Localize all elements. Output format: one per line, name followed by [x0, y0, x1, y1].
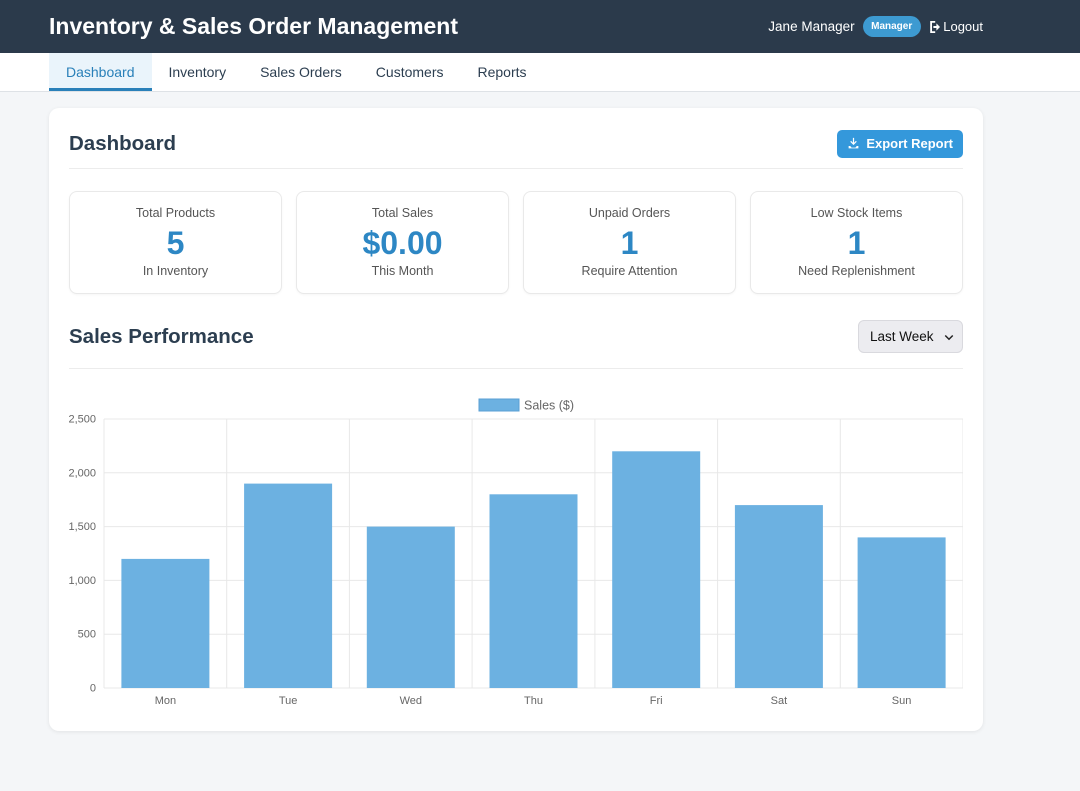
svg-text:Tue: Tue [279, 695, 298, 707]
svg-text:Sat: Sat [771, 695, 788, 707]
svg-text:1,500: 1,500 [69, 521, 96, 533]
svg-text:0: 0 [90, 683, 96, 695]
svg-text:Mon: Mon [155, 695, 176, 707]
svg-text:Thu: Thu [524, 695, 543, 707]
svg-text:2,500: 2,500 [69, 414, 96, 426]
svg-text:1,000: 1,000 [69, 575, 96, 587]
svg-text:Sales ($): Sales ($) [524, 399, 574, 413]
svg-text:Fri: Fri [650, 695, 663, 707]
svg-text:2,000: 2,000 [69, 467, 96, 479]
svg-text:Wed: Wed [400, 695, 422, 707]
svg-text:Sun: Sun [892, 695, 912, 707]
svg-text:500: 500 [78, 629, 96, 641]
